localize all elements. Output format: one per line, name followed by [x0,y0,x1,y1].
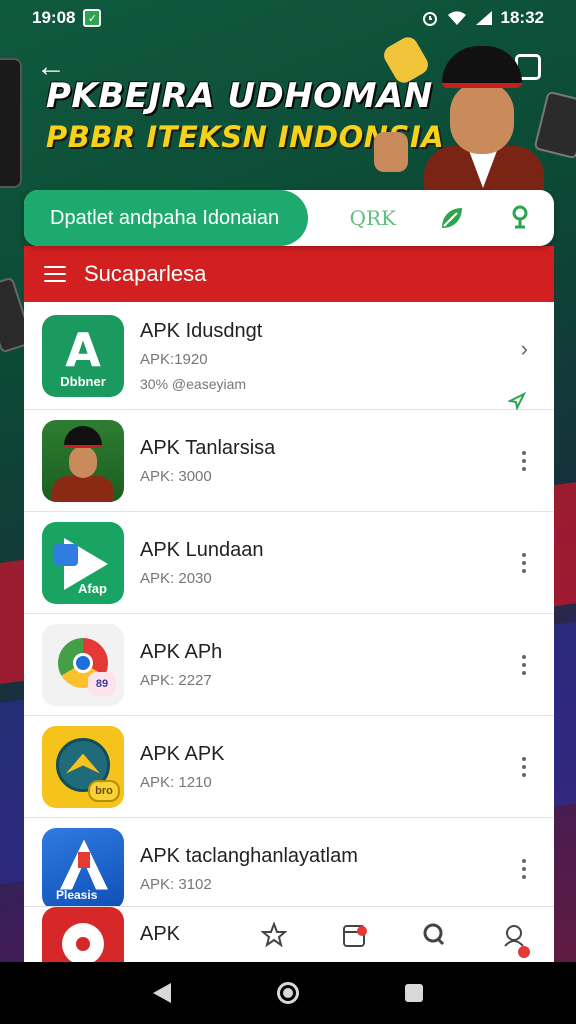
search-input[interactable]: Dpatlet andpaha Idonaian [24,190,308,246]
app-title: APK Idusdngt [140,319,263,342]
chevron-right-icon[interactable]: › [521,336,528,362]
a-letter-icon: A Dbbner [42,314,124,397]
nav-recents-icon[interactable] [405,984,423,1002]
play-store-icon: Afap [42,521,124,604]
tab-icons [234,907,554,962]
notification-badge [357,926,367,936]
section-header: Sucaparlesa [24,246,554,302]
more-vert-icon[interactable] [522,756,526,777]
search-bar: Dpatlet andpaha Idonaian QRK [24,190,554,246]
more-vert-icon[interactable] [522,858,526,879]
list-item[interactable]: APK Tanlarsisa APK: 3000 [24,410,554,512]
app-title: APK Tanlarsisa [140,436,276,459]
chrome-icon: 89 [42,623,124,706]
app-subtitle: APK: 3000 [140,467,212,485]
app-title[interactable]: APK [140,923,180,946]
tab-calendar[interactable] [314,922,394,948]
tab-search[interactable] [394,922,474,948]
qr-scan-button[interactable]: QRK [350,206,396,230]
status-left: 19:08 ✓ [32,8,102,28]
hamburger-menu-icon[interactable] [44,266,66,282]
search-placeholder: Dpatlet andpaha Idonaian [50,206,280,229]
list-item[interactable]: Afap APK Lundaan APK: 2030 [24,512,554,614]
raised-fist-image [374,132,408,172]
more-vert-icon[interactable] [522,654,526,675]
app-subtitle: APK: 3102 [140,875,212,893]
app-extra: 30% @easeyiam [140,375,247,392]
status-right-time: 18:32 [500,8,544,27]
app-subtitle: APK:1920 [140,350,208,368]
app-subtitle: APK: 2030 [140,569,212,587]
tab-account[interactable] [474,922,554,958]
list-item[interactable]: A Dbbner APK Idusdngt APK:1920 30% @ease… [24,302,554,410]
status-right: 18:32 [421,8,544,28]
section-title: Sucaparlesa [84,261,207,286]
account-icon [504,925,524,947]
app-title: APK taclanghanlayatlam [140,844,358,867]
app-title: APK APK [140,742,225,765]
bottom-tab-bar: APK [24,906,554,962]
banner-title-line1: PKBEJRA UDHOMAN [46,76,433,116]
send-icon[interactable] [508,392,526,410]
search-person-icon [423,923,445,946]
status-time: 19:08 [32,8,76,27]
person-icon [42,419,124,502]
app-title: APK Lundaan [140,538,264,561]
list-item[interactable]: Pleasis APK taclanghanlayatlam APK: 3102 [24,818,554,912]
check-icon: ✓ [83,9,102,27]
list-item[interactable]: 89 APK APh APK: 2227 [24,614,554,716]
nav-home-icon[interactable] [277,982,299,1004]
search-actions: QRK [308,205,554,231]
rocket-icon: Pleasis [42,827,124,910]
signal-icon [475,11,492,25]
red-circle-icon[interactable] [42,907,124,962]
notification-badge [518,946,530,958]
status-bar: 19:08 ✓ 18:32 [0,0,576,36]
app-subtitle: APK: 1210 [140,773,212,791]
alarm-icon [422,12,437,26]
list-item[interactable]: bro APK APK APK: 1210 [24,716,554,818]
app-title: APK APh [140,640,223,663]
leaf-icon[interactable] [439,205,465,231]
app-list: A Dbbner APK Idusdngt APK:1920 30% @ease… [24,302,554,912]
garuda-icon: bro [42,725,124,808]
star-icon [261,922,287,948]
wifi-icon [447,11,466,25]
promo-banner: ← PKBEJRA UDHOMAN PBBR ITEKSN INDONSIA [0,33,576,206]
app-subtitle: APK: 2227 [140,671,212,689]
system-nav-bar [0,962,576,1024]
nav-back-icon[interactable] [153,983,171,1003]
more-vert-icon[interactable] [522,450,526,471]
microphone-icon[interactable] [508,205,532,231]
more-vert-icon[interactable] [522,552,526,573]
banner-person-image [420,46,550,206]
tab-favorites[interactable] [234,922,314,948]
